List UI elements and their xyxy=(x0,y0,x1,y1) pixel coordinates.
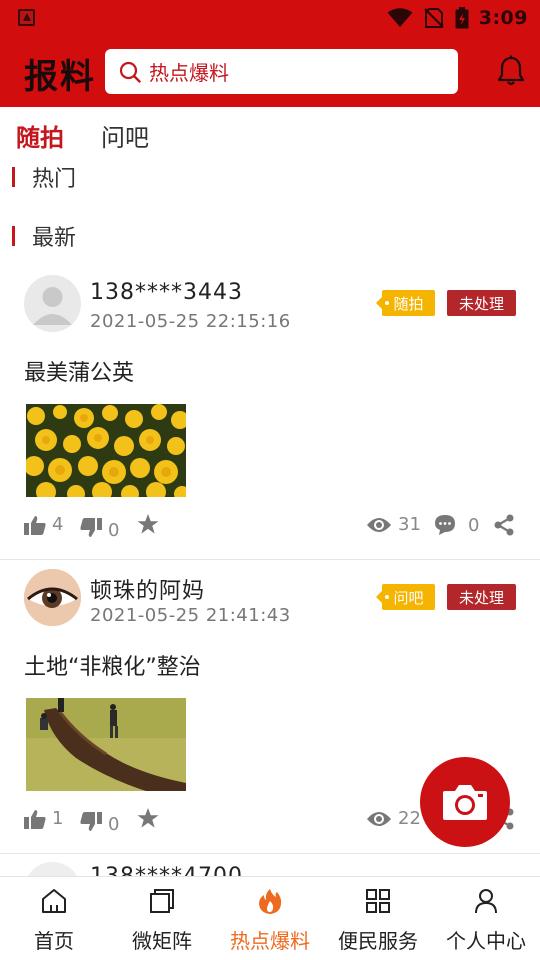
status-bar: 3:09 xyxy=(0,0,540,36)
status-icons: 3:09 xyxy=(387,6,528,30)
thumbs-down-icon xyxy=(80,517,102,537)
category-tag: 问吧 xyxy=(376,584,435,610)
thumbs-up-icon xyxy=(24,515,46,535)
post-title[interactable]: 土地“非粮化”整治 xyxy=(24,649,201,681)
status-badge: 未处理 xyxy=(447,290,516,316)
favorite-button[interactable] xyxy=(137,514,159,535)
avatar[interactable] xyxy=(24,569,81,626)
nav-hot-reports[interactable]: 热点爆料 xyxy=(216,877,324,960)
matrix-icon xyxy=(150,889,174,913)
category-tag-label: 问吧 xyxy=(393,588,424,607)
eye-photo-avatar xyxy=(24,569,81,626)
like-count: 4 xyxy=(52,514,64,535)
nav-home-label: 首页 xyxy=(34,929,74,953)
section-hot: 热门 xyxy=(12,164,77,192)
tab-wenba[interactable]: 问吧 xyxy=(101,118,149,153)
nav-hot-reports-label: 热点爆料 xyxy=(230,929,310,953)
bell-icon[interactable] xyxy=(496,55,526,87)
flame-icon xyxy=(259,889,282,914)
battery-icon xyxy=(455,7,469,29)
post-title[interactable]: 最美蒲公英 xyxy=(24,355,134,387)
eye-icon xyxy=(367,811,391,826)
thumbs-down-icon xyxy=(80,811,102,831)
section-marker xyxy=(12,226,15,246)
no-sim-icon xyxy=(424,8,444,28)
nav-profile-label: 个人中心 xyxy=(446,929,526,953)
section-latest-label: 最新 xyxy=(32,226,77,251)
divider xyxy=(0,559,540,560)
comment-icon xyxy=(435,515,455,535)
grid-icon xyxy=(366,889,390,913)
section-marker xyxy=(12,167,15,187)
home-icon xyxy=(42,889,66,913)
search-input[interactable]: 热点爆料 xyxy=(105,49,458,94)
wifi-icon xyxy=(387,8,413,27)
dislike-count: 0 xyxy=(108,814,120,835)
camera-fab-button[interactable] xyxy=(420,757,510,847)
views-indicator: 31 xyxy=(366,514,421,535)
tag-dot xyxy=(385,595,389,599)
camera-icon xyxy=(443,785,487,820)
app-indicator-icon xyxy=(18,9,35,26)
category-tag-label: 随拍 xyxy=(393,294,424,313)
nav-services-label: 便民服务 xyxy=(338,929,418,953)
favorite-button[interactable] xyxy=(137,808,159,829)
bottom-nav: 首页 微矩阵 热点爆料 便民服务 个人中心 xyxy=(0,876,540,960)
dislike-button[interactable]: 0 xyxy=(80,514,119,541)
share-button[interactable] xyxy=(493,514,515,536)
nav-profile[interactable]: 个人中心 xyxy=(432,877,540,960)
like-count: 1 xyxy=(52,808,64,829)
tag-dot xyxy=(385,301,389,305)
comment-count: 0 xyxy=(468,514,480,536)
post-username: 138****3443 xyxy=(90,280,243,305)
screen: 3:09 报料 热点爆料 随拍 问吧 热门 最新 138****3443 202… xyxy=(0,0,540,960)
post-username: 顿珠的阿妈 xyxy=(90,579,206,604)
views-count: 31 xyxy=(398,514,421,535)
default-avatar-icon xyxy=(33,287,72,325)
dislike-button[interactable]: 0 xyxy=(80,808,119,835)
nav-matrix[interactable]: 微矩阵 xyxy=(108,877,216,960)
avatar[interactable] xyxy=(24,275,81,332)
like-button[interactable]: 4 xyxy=(24,514,63,535)
post-time: 2021-05-25 21:41:43 xyxy=(90,605,291,626)
user-icon xyxy=(475,889,497,914)
tab-suipai[interactable]: 随拍 xyxy=(16,118,64,153)
post-actions: 4 0 31 0 xyxy=(0,514,540,544)
category-tag: 随拍 xyxy=(376,290,435,316)
like-button[interactable]: 1 xyxy=(24,808,63,829)
eye-icon xyxy=(367,517,391,532)
page-title: 报料 xyxy=(24,57,96,97)
nav-matrix-label: 微矩阵 xyxy=(132,929,192,953)
post-time: 2021-05-25 22:15:16 xyxy=(90,311,291,332)
views-count: 22 xyxy=(398,808,421,829)
section-hot-label: 热门 xyxy=(32,167,77,192)
star-icon xyxy=(137,514,159,534)
search-icon xyxy=(119,61,141,83)
section-latest: 最新 xyxy=(12,223,77,251)
nav-home[interactable]: 首页 xyxy=(0,877,108,960)
status-time: 3:09 xyxy=(478,7,528,29)
thumbs-up-icon xyxy=(24,809,46,829)
star-icon xyxy=(137,808,159,828)
comment-button[interactable]: 0 xyxy=(434,514,479,536)
status-badge: 未处理 xyxy=(447,584,516,610)
app-header: 报料 热点爆料 xyxy=(0,36,540,107)
share-icon xyxy=(494,514,514,536)
tab-bar: 随拍 问吧 xyxy=(0,118,540,158)
post-image-field[interactable] xyxy=(26,698,186,791)
divider xyxy=(0,853,540,854)
views-indicator: 22 xyxy=(366,808,421,829)
dislike-count: 0 xyxy=(108,520,120,541)
top-bar: 3:09 报料 热点爆料 xyxy=(0,0,540,107)
search-placeholder: 热点爆料 xyxy=(149,61,229,85)
nav-services[interactable]: 便民服务 xyxy=(324,877,432,960)
post-image-dandelions[interactable] xyxy=(26,404,186,497)
